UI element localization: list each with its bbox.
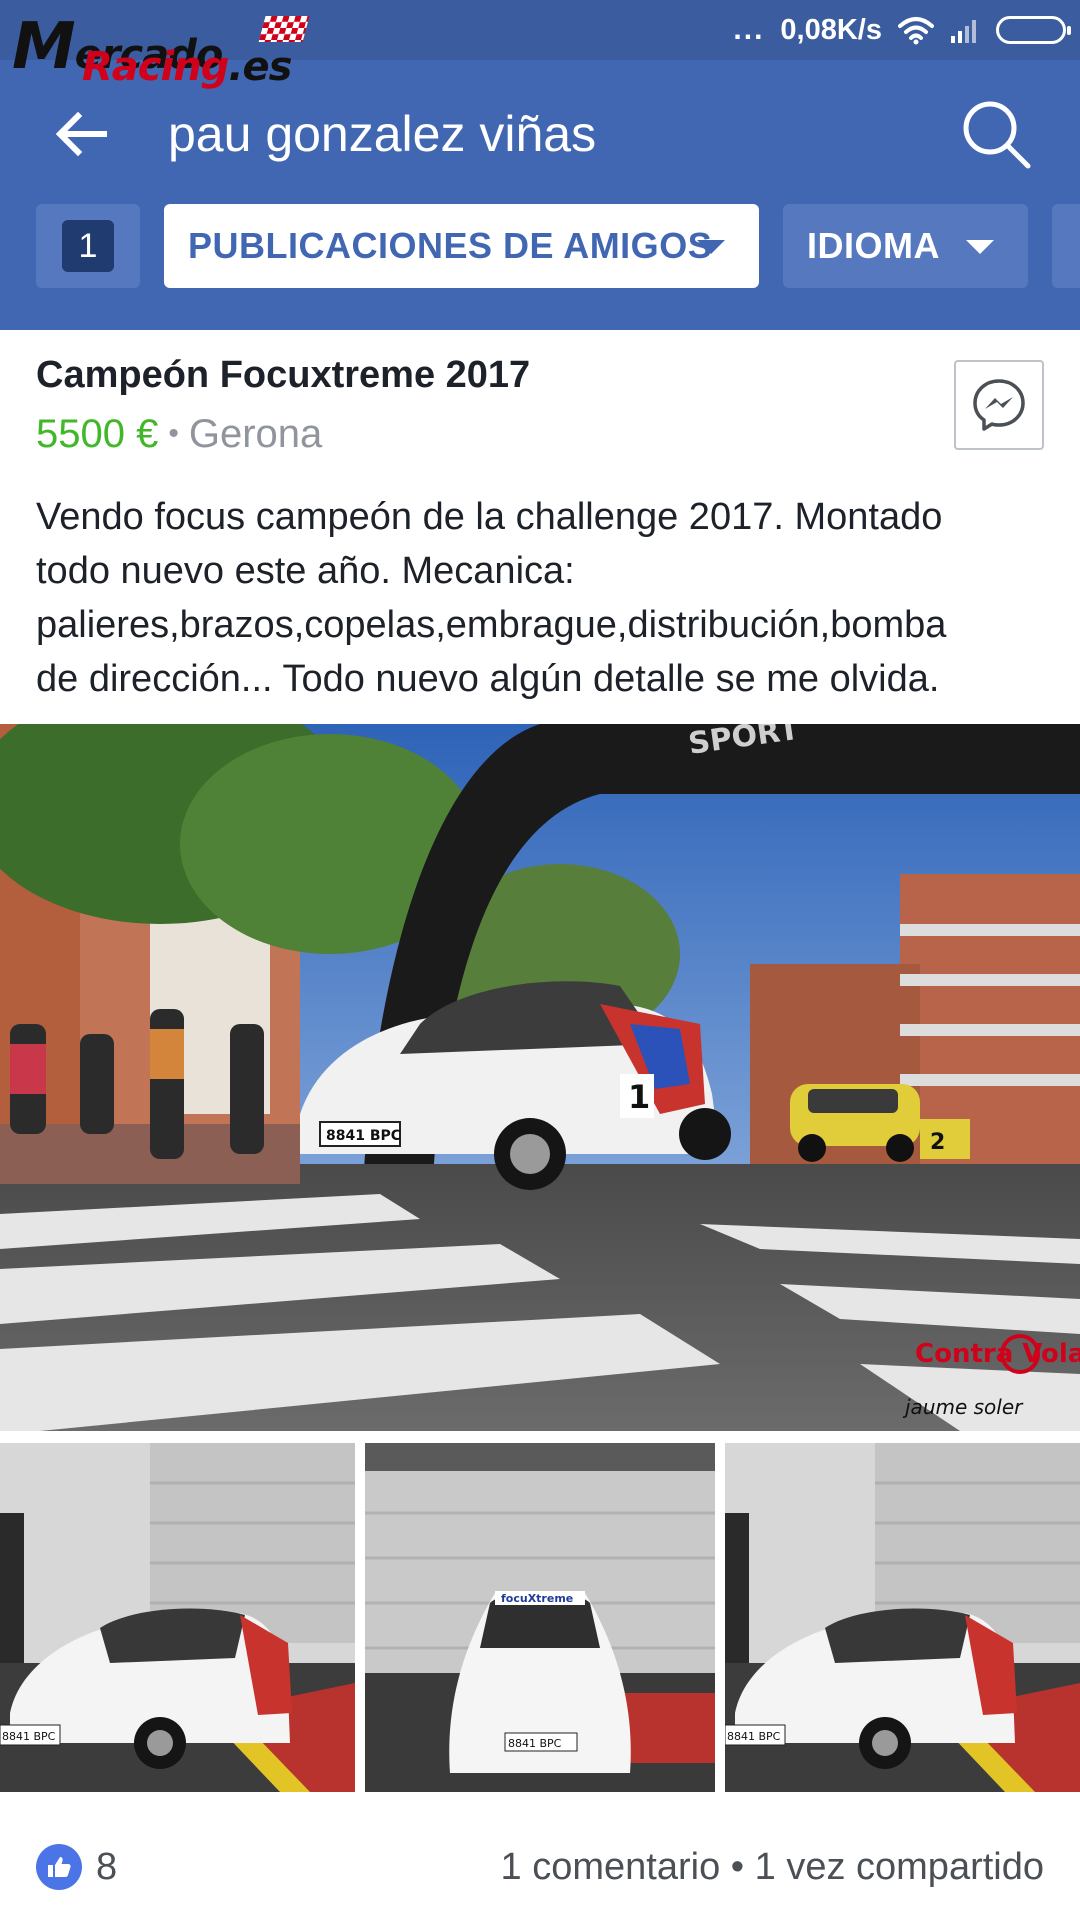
- filter-count-chip[interactable]: 1: [36, 204, 140, 288]
- messenger-button[interactable]: [954, 360, 1044, 450]
- caret-down-icon: [966, 240, 994, 254]
- search-icon: [963, 101, 1031, 169]
- garage-car-photo: 8841 BPC: [0, 1443, 355, 1792]
- photo-credit: Contra Volant: [915, 1339, 1080, 1369]
- thumbs-up-icon: [48, 1857, 71, 1877]
- like-reaction[interactable]: [36, 1844, 82, 1890]
- price: 5500 €: [36, 412, 159, 456]
- status-right: ... 0,08K/s: [733, 8, 1071, 52]
- garage-car-front-photo: focuXtreme 8841 BPC: [365, 1443, 715, 1792]
- filter-bar: 1 PUBLICACIONES DE AMIGOS IDIOMA: [0, 204, 1080, 290]
- network-speed: 0,08K/s: [780, 13, 882, 46]
- arrow-left-icon: [55, 111, 107, 157]
- car-plate: 8841 BPC: [727, 1730, 781, 1743]
- notification-dots: ...: [733, 13, 765, 46]
- photographer-credit: jaume soler: [902, 1395, 1024, 1419]
- rally-car-photo: SPORT 2 8841 BPC 1 Contra Vola jaume sol…: [0, 724, 1080, 1431]
- thumbnail-photo[interactable]: 8841 BPC: [725, 1443, 1080, 1792]
- watermark-line2: Racing.es: [82, 44, 292, 90]
- windshield-banner: focuXtreme: [501, 1592, 573, 1605]
- filter-friends-posts[interactable]: PUBLICACIONES DE AMIGOS: [164, 204, 759, 288]
- caret-down-icon: [697, 240, 725, 254]
- filter-label: IDIOMA: [807, 225, 940, 266]
- location: Gerona: [188, 412, 323, 456]
- car-plate: 8841 BPC: [2, 1730, 56, 1743]
- app-header: ... 0,08K/s Mercado Racing.es pau gonzal…: [0, 0, 1080, 330]
- garage-car-photo: 8841 BPC: [725, 1443, 1080, 1792]
- separator: •: [168, 417, 179, 450]
- filter-label: PUBLICACIONES DE AMIGOS: [188, 225, 713, 266]
- thumbnail-photo[interactable]: 8841 BPC: [0, 1443, 355, 1792]
- comments-shares[interactable]: 1 comentario • 1 vez compartido: [501, 1846, 1044, 1889]
- filter-language[interactable]: IDIOMA: [783, 204, 1028, 288]
- post-description: Vendo focus campeón de la challenge 2017…: [36, 496, 947, 700]
- second-car-number: 2: [930, 1130, 945, 1155]
- signal-icon: [951, 20, 976, 43]
- messenger-icon: [973, 379, 1025, 431]
- post-title[interactable]: Campeón Focuxtreme 2017: [36, 354, 530, 397]
- thumbnail-photo[interactable]: focuXtreme 8841 BPC: [365, 1443, 715, 1792]
- battery-icon: [996, 16, 1071, 44]
- filter-more[interactable]: [1052, 204, 1080, 288]
- main-photo[interactable]: SPORT 2 8841 BPC 1 Contra Vola jaume sol…: [0, 724, 1080, 1431]
- search-button[interactable]: [958, 96, 1034, 172]
- watermark-logo: Mercado Racing.es: [12, 10, 312, 90]
- search-query[interactable]: pau gonzalez viñas: [168, 105, 596, 163]
- back-button[interactable]: [52, 104, 112, 164]
- car-plate: 8841 BPC: [508, 1737, 562, 1750]
- wifi-icon: [898, 17, 934, 45]
- filter-count: 1: [62, 220, 114, 272]
- car-plate: 8841 BPC: [326, 1128, 401, 1144]
- car-number: 1: [628, 1078, 650, 1116]
- checkered-flag-icon: [258, 16, 310, 42]
- price-line: 5500 € • Gerona: [36, 412, 322, 457]
- like-count[interactable]: 8: [96, 1846, 117, 1889]
